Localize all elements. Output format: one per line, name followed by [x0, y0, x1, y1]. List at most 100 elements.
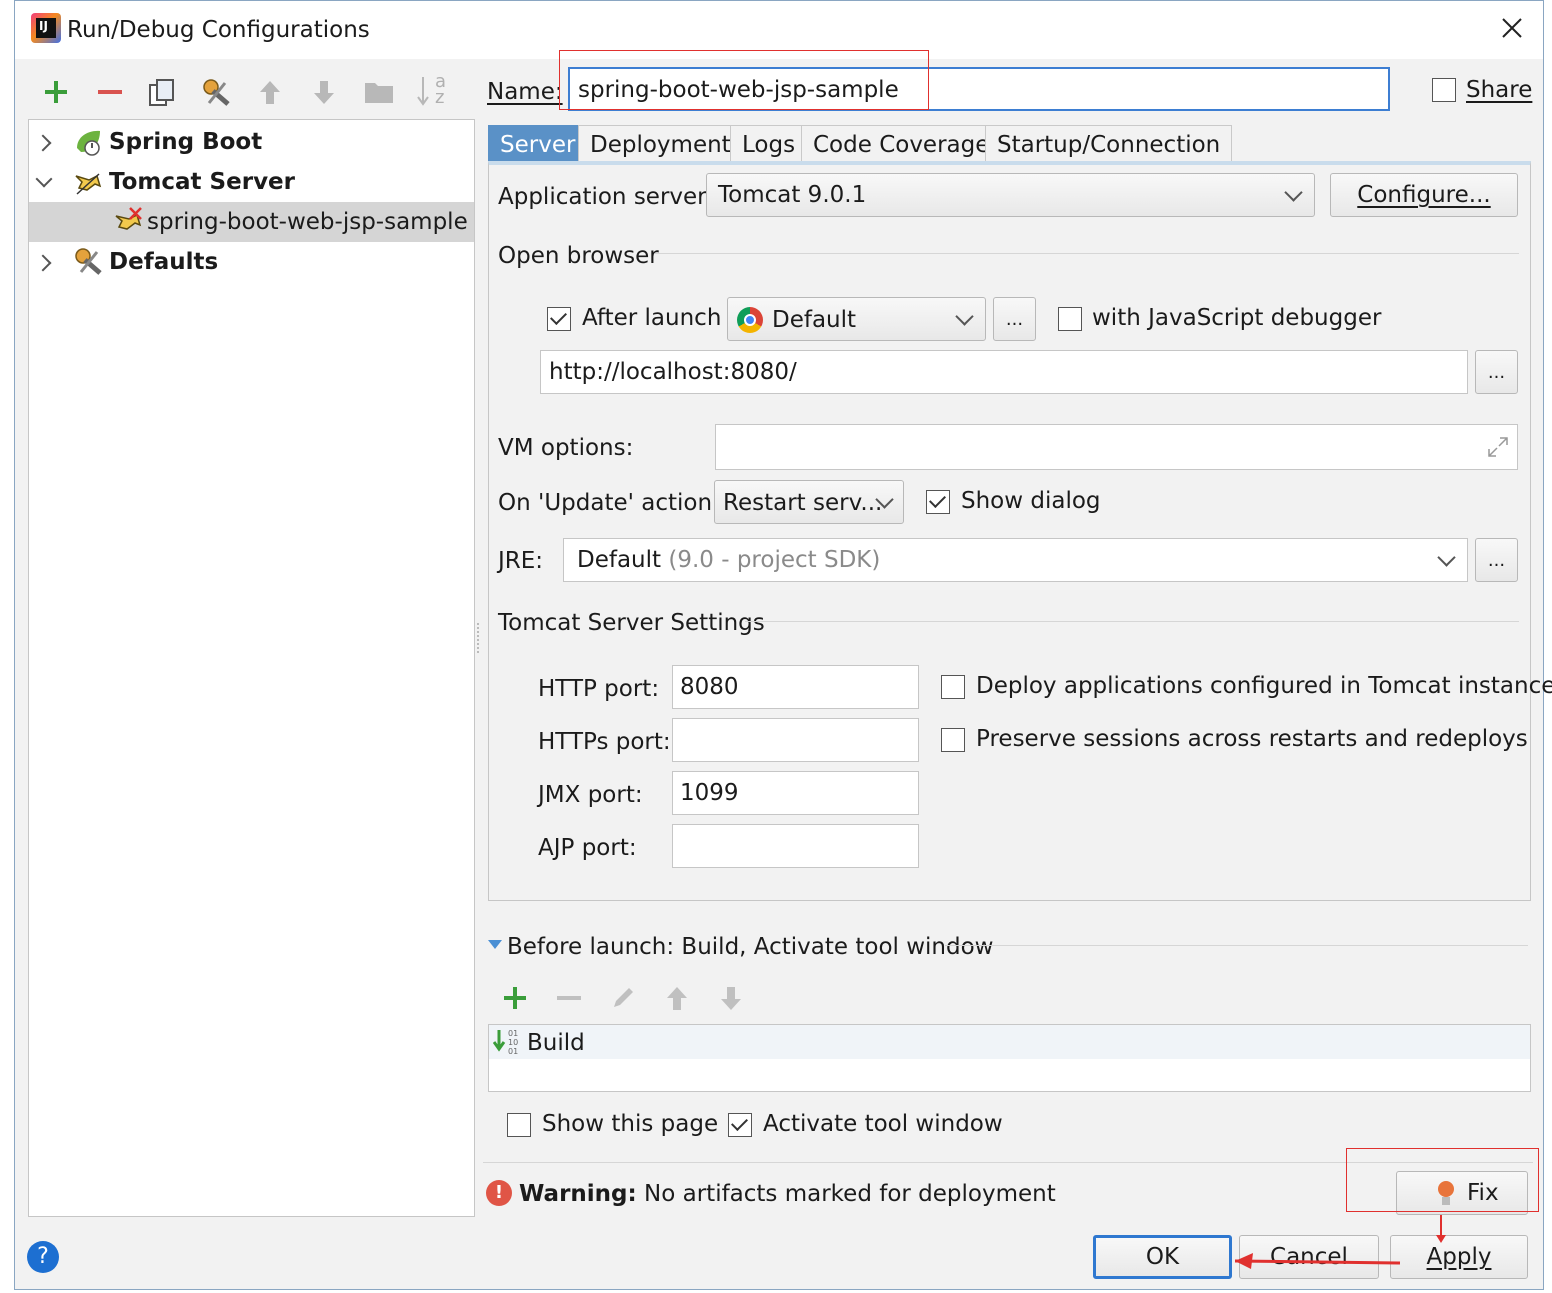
- app-server-dropdown[interactable]: Tomcat 9.0.1: [706, 173, 1315, 217]
- svg-text:01: 01: [508, 1047, 518, 1056]
- vm-options-field[interactable]: [715, 424, 1518, 470]
- tomcat-icon: [73, 168, 103, 198]
- ajp-port-field[interactable]: [672, 824, 919, 868]
- vm-options-label: VM options:: [498, 435, 634, 461]
- tomcat-error-icon: [113, 206, 143, 236]
- activate-tool-checkbox[interactable]: [728, 1113, 752, 1137]
- move-task-up-icon[interactable]: [662, 983, 692, 1013]
- move-task-down-icon[interactable]: [716, 983, 746, 1013]
- open-browser-label: Open browser: [498, 243, 659, 269]
- https-port-field[interactable]: [672, 718, 919, 762]
- preserve-sessions-label[interactable]: Preserve sessions across restarts and re…: [976, 724, 1528, 754]
- tab-deployment[interactable]: Deployment: [578, 125, 743, 161]
- jre-label: JRE:: [498, 548, 544, 574]
- update-action-dropdown[interactable]: Restart serv...: [714, 480, 904, 524]
- share-checkbox[interactable]: [1432, 78, 1456, 102]
- move-down-icon[interactable]: [309, 77, 339, 107]
- after-launch-checkbox[interactable]: [547, 307, 571, 331]
- add-icon[interactable]: [41, 77, 71, 107]
- jmx-port-label: JMX port:: [538, 782, 643, 808]
- server-tab-panel: [488, 161, 1531, 901]
- jre-hint: (9.0 - project SDK): [668, 547, 881, 573]
- tab-server[interactable]: Server: [488, 125, 588, 161]
- http-port-label: HTTP port:: [538, 676, 660, 702]
- configure-button[interactable]: Configure...: [1330, 173, 1518, 217]
- tree-item-tomcat-server[interactable]: Tomcat Server: [29, 164, 474, 202]
- app-server-label: Application server:: [498, 184, 714, 210]
- show-dialog-checkbox[interactable]: [926, 490, 950, 514]
- build-icon: 01 10 01: [492, 1027, 523, 1057]
- tab-startup-connection[interactable]: Startup/Connection: [985, 125, 1233, 161]
- open-browser-separator: [655, 253, 1519, 254]
- svg-text:10: 10: [508, 1038, 518, 1047]
- chevron-right-icon[interactable]: [34, 254, 52, 272]
- splitter-handle[interactable]: [477, 623, 482, 653]
- defaults-wrench-icon: [73, 246, 105, 278]
- deploy-apps-label[interactable]: Deploy applications configured in Tomcat…: [976, 671, 1552, 701]
- tomcat-settings-separator: [745, 621, 1519, 622]
- before-launch-header[interactable]: Before launch: Build, Activate tool wind…: [507, 932, 993, 962]
- name-label: Name:: [487, 79, 563, 105]
- help-icon[interactable]: ?: [27, 1241, 59, 1273]
- annotation-arrows: [1234, 1215, 1446, 1269]
- chrome-icon: [737, 307, 763, 333]
- share-label[interactable]: Share: [1466, 75, 1532, 105]
- tomcat-settings-label: Tomcat Server Settings: [498, 610, 765, 636]
- preserve-sessions-checkbox[interactable]: [941, 728, 965, 752]
- edit-task-icon[interactable]: [608, 983, 638, 1013]
- update-action-label: On 'Update' action:: [498, 490, 720, 516]
- after-launch-label[interactable]: After launch: [582, 303, 721, 333]
- tree-item-defaults[interactable]: Defaults: [29, 244, 474, 282]
- intellij-logo-icon: IJ: [31, 13, 61, 43]
- edit-defaults-icon[interactable]: [201, 77, 231, 107]
- show-page-label[interactable]: Show this page: [542, 1109, 718, 1139]
- jre-dropdown[interactable]: Default (9.0 - project SDK): [563, 538, 1468, 582]
- svg-text:01: 01: [508, 1029, 518, 1038]
- chevron-down-icon: [955, 307, 974, 326]
- tree-item-spring-boot-web-jsp-sample[interactable]: spring-boot-web-jsp-sample: [29, 202, 474, 242]
- sort-alpha-icon[interactable]: a z: [417, 71, 457, 109]
- jre-browse-button[interactable]: ...: [1475, 538, 1518, 582]
- remove-icon[interactable]: [95, 77, 125, 107]
- spring-boot-icon: [73, 128, 103, 158]
- remove-task-icon[interactable]: [554, 983, 584, 1013]
- tab-logs[interactable]: Logs: [730, 125, 808, 161]
- window-title: Run/Debug Configurations: [67, 17, 370, 43]
- expand-icon[interactable]: [1486, 435, 1510, 459]
- move-up-icon[interactable]: [255, 77, 285, 107]
- url-field[interactable]: http://localhost:8080/: [540, 350, 1468, 394]
- chevron-down-icon[interactable]: [35, 170, 53, 188]
- chevron-right-icon[interactable]: [34, 134, 52, 152]
- collapse-triangle-icon[interactable]: [488, 940, 502, 949]
- jmx-port-field[interactable]: 1099: [672, 771, 919, 815]
- folder-icon[interactable]: [363, 77, 393, 107]
- list-item[interactable]: 01 10 01 Build: [489, 1025, 1530, 1059]
- run-debug-dialog: IJ Run/Debug Configurations a z Spring B…: [14, 0, 1552, 1290]
- show-dialog-label[interactable]: Show dialog: [961, 486, 1101, 516]
- browser-browse-button[interactable]: ...: [993, 297, 1036, 341]
- warning-message: Warning: No artifacts marked for deploym…: [519, 1181, 1056, 1207]
- chevron-down-icon: [1437, 548, 1456, 567]
- error-icon: !: [486, 1180, 512, 1206]
- chevron-down-icon: [1284, 183, 1303, 202]
- http-port-field[interactable]: 8080: [672, 665, 919, 709]
- show-page-checkbox[interactable]: [507, 1113, 531, 1137]
- fix-annotation-box: [1346, 1148, 1539, 1212]
- before-launch-list: 01 10 01 Build: [488, 1024, 1531, 1092]
- before-launch-separator: [945, 945, 1528, 946]
- jre-value: Default: [577, 547, 662, 573]
- js-debugger-checkbox[interactable]: [1058, 307, 1082, 331]
- tab-code-coverage[interactable]: Code Coverage: [801, 125, 1002, 161]
- tree-item-spring-boot[interactable]: Spring Boot: [29, 124, 474, 162]
- https-port-label: HTTPs port:: [538, 729, 671, 755]
- deploy-apps-checkbox[interactable]: [941, 675, 965, 699]
- add-task-icon[interactable]: [500, 983, 530, 1013]
- ajp-port-label: AJP port:: [538, 835, 637, 861]
- activate-tool-label[interactable]: Activate tool window: [763, 1109, 1003, 1139]
- name-annotation-box: [559, 50, 929, 110]
- js-debugger-label[interactable]: with JavaScript debugger: [1092, 303, 1381, 333]
- browser-dropdown[interactable]: Default: [727, 297, 986, 341]
- copy-icon[interactable]: [147, 77, 177, 107]
- url-browse-button[interactable]: ...: [1475, 350, 1518, 394]
- close-icon[interactable]: [1499, 15, 1525, 41]
